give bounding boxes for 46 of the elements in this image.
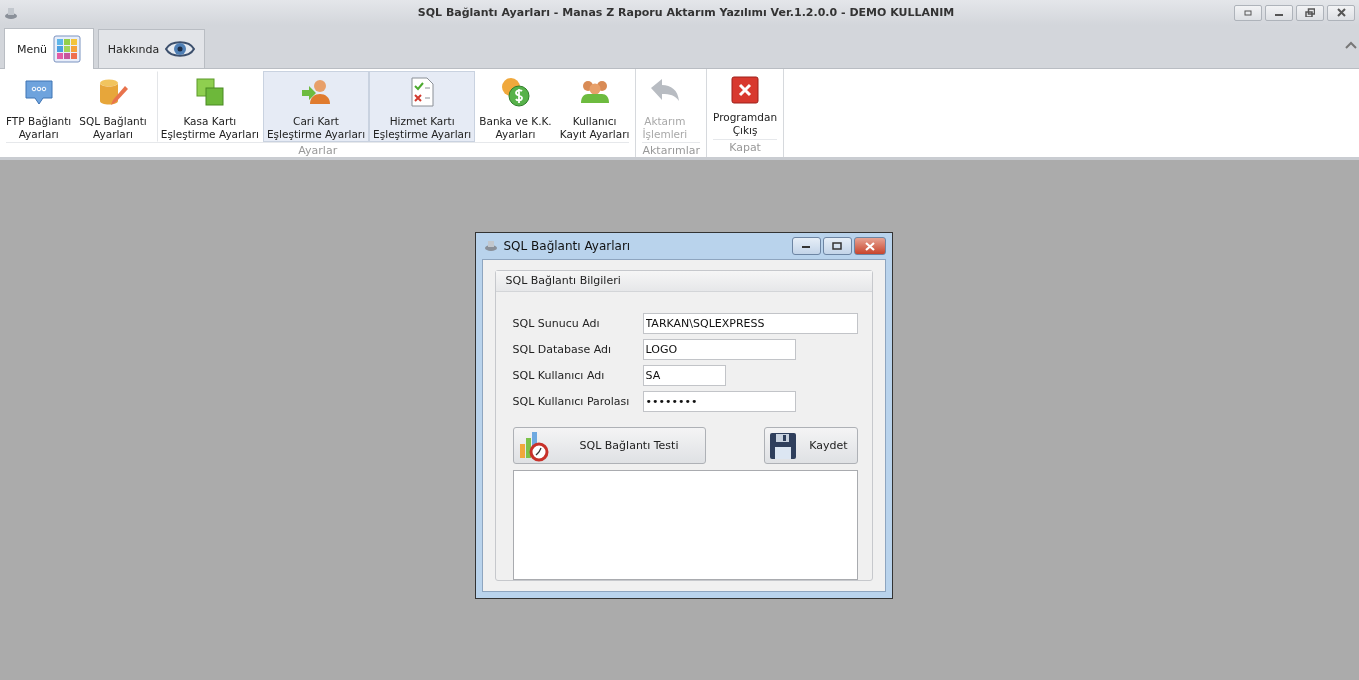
minimize-button[interactable]: [791, 237, 821, 255]
minimize-button[interactable]: [1265, 4, 1293, 21]
ribbon-button[interactable]: Kullanıcı Kayıt Ayarları: [555, 71, 634, 142]
maximize-icon: [832, 242, 842, 250]
ribbon-button[interactable]: SQL Bağlantı Ayarları: [75, 71, 151, 142]
input-field[interactable]: TARKAN\SQLEXPRESS: [642, 313, 858, 334]
input-field[interactable]: LOGO: [642, 339, 796, 360]
app-icon: [483, 240, 498, 252]
ribbon-tab[interactable]: Hakkında: [98, 29, 205, 68]
minimize-icon: [801, 243, 811, 249]
ribbon-button[interactable]: Programdan Çıkış: [709, 71, 782, 139]
restore-button[interactable]: [1296, 4, 1324, 21]
field-label: SQL Database Adı: [512, 343, 613, 356]
group-title: SQL Bağlantı Bilgileri: [495, 271, 872, 292]
eye-icon: [165, 38, 196, 60]
close-icon: [731, 76, 760, 104]
ribbon-button[interactable]: FTP Bağlantı Ayarları: [2, 71, 76, 142]
close-icon: [1336, 8, 1346, 17]
save-button[interactable]: Kaydet: [763, 427, 858, 464]
field-label: SQL Kullanıcı Adı: [512, 369, 606, 382]
group-label: Kapat: [713, 139, 778, 157]
ribbon-button[interactable]: Banka ve K.K. Ayarları: [475, 71, 556, 142]
restore-icon: [1305, 8, 1315, 17]
ribbon-button[interactable]: Cari Kart Eşleştirme Ayarları: [262, 71, 370, 142]
fullscreen-icon: [1243, 8, 1253, 17]
chart-clock-icon: [517, 429, 550, 462]
maximize-button[interactable]: [822, 237, 852, 255]
ribbon-button[interactable]: Hizmet Kartı Eşleştirme Ayarları: [369, 71, 476, 142]
coins-icon: [499, 76, 532, 108]
dialog-title: SQL Bağlantı Ayarları: [503, 239, 631, 253]
close-icon: [864, 241, 875, 251]
grid-icon: [53, 35, 82, 63]
group-label: Ayarlar: [6, 142, 630, 159]
input-field[interactable]: ••••••••: [642, 391, 796, 412]
group-label: Aktarımlar: [642, 142, 700, 159]
field-label: SQL Sunucu Adı: [512, 317, 601, 330]
collapse-ribbon-icon[interactable]: [1345, 41, 1357, 49]
field-label: SQL Kullanıcı Parolası: [512, 395, 631, 408]
close-button[interactable]: [853, 237, 886, 255]
test-button[interactable]: SQL Bağlantı Testi: [512, 427, 706, 464]
ribbon-button[interactable]: Kasa Kartı Eşleştirme Ayarları: [156, 71, 263, 142]
squares-icon: [193, 76, 226, 108]
ribbon-tab[interactable]: Menü: [4, 28, 94, 69]
input-field[interactable]: SA: [642, 365, 726, 386]
close-button[interactable]: [1327, 4, 1355, 21]
window-title: SQL Bağlantı Ayarları - Manas Z Raporu Aktarım Yazılımı Ver.1.2.0.0 - DEMO KULLANIM: [416, 6, 956, 19]
